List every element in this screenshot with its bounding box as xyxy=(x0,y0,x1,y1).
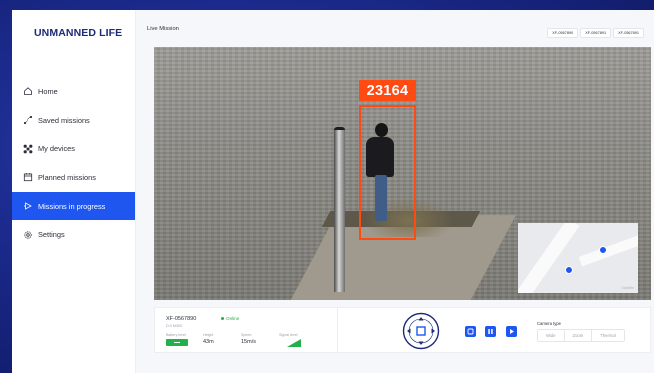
sidebar-item-missions-in-progress[interactable]: Missions in progress xyxy=(12,191,135,221)
detection-box[interactable] xyxy=(359,105,416,240)
sidebar-item-settings[interactable]: Settings xyxy=(12,220,135,249)
sidebar-item-label: Saved missions xyxy=(38,115,90,125)
camera-option-zoom[interactable]: Zoom xyxy=(565,330,593,341)
status-badge: Online xyxy=(221,316,239,321)
sidebar-item-my-devices[interactable]: My devices xyxy=(12,134,135,163)
sidebar-item-home[interactable]: Home xyxy=(12,77,135,106)
stop-button[interactable] xyxy=(465,326,476,337)
device-id: XF-0567890 xyxy=(166,316,197,322)
map-label: Satellite xyxy=(621,286,634,290)
route-icon xyxy=(22,115,33,126)
device-model: DJI M300 xyxy=(166,324,183,328)
logo: UNMANNED LIFE xyxy=(34,27,123,39)
control-bar: XF-0567890 Online DJI M300 Battery level… xyxy=(154,307,651,353)
detection-id-label: 23164 xyxy=(359,80,416,101)
sidebar-item-label: Settings xyxy=(38,230,65,240)
camera-option-thermal[interactable]: Thermal xyxy=(592,330,623,341)
signal-icon xyxy=(287,339,301,347)
sidebar: UNMANNED LIFE Home Saved missions My dev… xyxy=(12,10,136,373)
device-tab[interactable]: XF-0567891 xyxy=(613,28,644,38)
divider xyxy=(337,308,338,352)
live-video-feed[interactable]: 23164 Satellite xyxy=(154,47,651,300)
map-road xyxy=(578,229,638,267)
sidebar-item-saved-missions[interactable]: Saved missions xyxy=(12,106,135,135)
height-label: Height xyxy=(203,333,214,337)
sidebar-nav: Home Saved missions My devices Planned m… xyxy=(12,77,135,249)
sidebar-item-label: My devices xyxy=(38,144,75,154)
sidebar-item-label: Home xyxy=(38,86,58,96)
play-button[interactable] xyxy=(506,326,517,337)
signal-label: Signal level xyxy=(279,333,298,337)
device-tab[interactable]: XF-0567891 xyxy=(580,28,612,38)
camera-type-toggle[interactable]: Wide Zoom Thermal xyxy=(537,329,625,342)
height-value: 43m xyxy=(203,339,214,345)
device-tabs: XF-0567890 XF-0567891 XF-0567891 xyxy=(547,28,644,38)
drone-icon xyxy=(22,143,33,154)
sidebar-item-label: Planned missions xyxy=(38,172,96,182)
main-panel: Live Mission XF-0567890 XF-0567891 XF-05… xyxy=(136,10,654,373)
direction-pad[interactable] xyxy=(402,312,440,350)
speed-value: 15m/s xyxy=(241,339,256,345)
app-window: UNMANNED LIFE Home Saved missions My dev… xyxy=(12,10,654,373)
play-icon xyxy=(510,329,514,334)
camera-type-label: Camera type xyxy=(537,321,561,326)
bollard xyxy=(334,130,345,292)
device-tab[interactable]: XF-0567890 xyxy=(547,28,579,38)
battery-indicator xyxy=(166,339,188,346)
camera-option-wide[interactable]: Wide xyxy=(538,330,565,341)
sidebar-item-planned-missions[interactable]: Planned missions xyxy=(12,163,135,192)
speed-label: Speed xyxy=(241,333,252,337)
home-icon xyxy=(22,86,33,97)
minimap[interactable]: Satellite xyxy=(518,223,638,293)
pause-button[interactable] xyxy=(485,326,496,337)
battery-label: Battery level xyxy=(166,333,186,337)
map-marker[interactable] xyxy=(565,266,573,274)
map-marker[interactable] xyxy=(599,246,607,254)
page-title: Live Mission xyxy=(147,26,179,32)
gear-icon xyxy=(22,229,33,240)
map-road xyxy=(518,223,580,293)
sidebar-item-label: Missions in progress xyxy=(38,201,106,211)
home-return-icon xyxy=(467,328,474,335)
play-outline-icon xyxy=(22,201,33,212)
calendar-icon xyxy=(22,172,33,183)
pause-icon xyxy=(488,329,493,334)
